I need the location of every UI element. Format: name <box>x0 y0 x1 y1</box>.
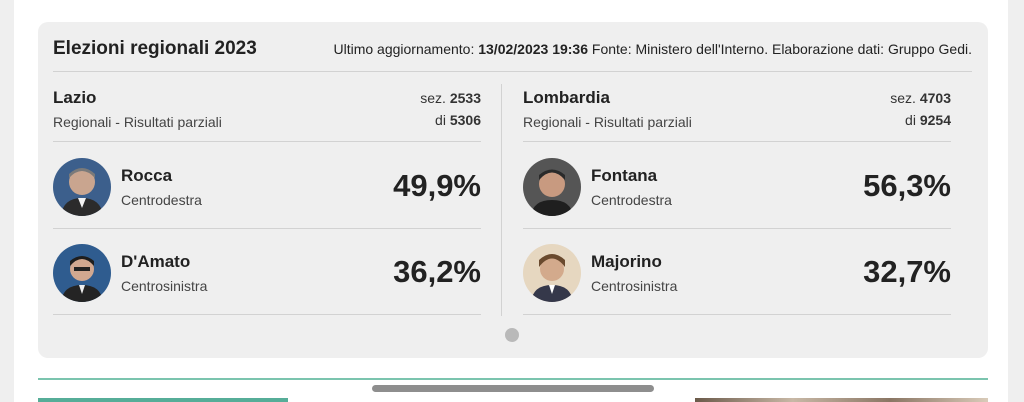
next-article-image[interactable] <box>695 398 988 402</box>
election-results-widget: Elezioni regionali 2023 Ultimo aggiornam… <box>38 22 988 358</box>
candidate-party: Centrodestra <box>121 192 202 208</box>
sez-label: sez. <box>890 90 916 106</box>
section-divider <box>38 378 988 380</box>
candidate-party: Centrosinistra <box>121 278 208 294</box>
region-subtitle: Regionali - Risultati parziali <box>523 114 692 130</box>
candidate-percentage: 32,7% <box>863 254 951 289</box>
candidate-row[interactable]: Rocca Centrodestra 49,9% <box>53 142 481 228</box>
source-note: Fonte: Ministero dell'Interno. Elaborazi… <box>591 41 972 57</box>
sections-count: sez. 4703 di 9254 <box>890 87 951 131</box>
di-value: 5306 <box>449 112 481 128</box>
header-divider <box>53 71 972 72</box>
di-value: 9254 <box>919 112 951 128</box>
candidate-row[interactable]: Majorino Centrosinistra 32,7% <box>523 228 951 314</box>
candidate-avatar <box>53 244 111 302</box>
candidate-row[interactable]: Fontana Centrodestra 56,3% <box>523 142 951 228</box>
region-name: Lazio <box>53 88 97 107</box>
sections-count: sez. 2533 di 5306 <box>420 87 481 131</box>
candidate-party: Centrosinistra <box>591 278 678 294</box>
candidate-name: D'Amato <box>121 252 191 271</box>
candidate-row[interactable]: D'Amato Centrosinistra 36,2% <box>53 228 481 314</box>
di-label: di <box>905 112 916 128</box>
candidate-avatar <box>523 158 581 216</box>
divider <box>523 314 951 315</box>
sez-label: sez. <box>420 90 446 106</box>
candidate-avatar <box>53 158 111 216</box>
region-lombardia[interactable]: Lombardia Regionali - Risultati parziali… <box>523 84 951 316</box>
update-info: Ultimo aggiornamento: 13/02/2023 19:36 F… <box>333 41 972 57</box>
candidate-name: Rocca <box>121 166 173 185</box>
divider <box>53 314 481 315</box>
candidate-percentage: 56,3% <box>863 168 951 203</box>
carousel-page-indicator[interactable] <box>505 328 519 342</box>
candidate-percentage: 36,2% <box>393 254 481 289</box>
sez-value: 2533 <box>449 90 481 106</box>
update-label: Ultimo aggiornamento: <box>333 41 475 57</box>
candidate-percentage: 49,9% <box>393 168 481 203</box>
widget-title: Elezioni regionali 2023 <box>53 38 257 59</box>
region-name: Lombardia <box>523 88 610 107</box>
region-separator <box>501 84 502 316</box>
candidate-name: Majorino <box>591 252 662 271</box>
di-label: di <box>435 112 446 128</box>
sez-value: 4703 <box>919 90 951 106</box>
candidate-name: Fontana <box>591 166 658 185</box>
next-section-accent <box>38 398 288 402</box>
horizontal-scrollbar[interactable] <box>372 385 654 392</box>
update-timestamp: 13/02/2023 19:36 <box>478 41 588 57</box>
region-lazio[interactable]: Lazio Regionali - Risultati parziali sez… <box>53 84 481 316</box>
candidate-party: Centrodestra <box>591 192 672 208</box>
candidate-avatar <box>523 244 581 302</box>
region-subtitle: Regionali - Risultati parziali <box>53 114 222 130</box>
